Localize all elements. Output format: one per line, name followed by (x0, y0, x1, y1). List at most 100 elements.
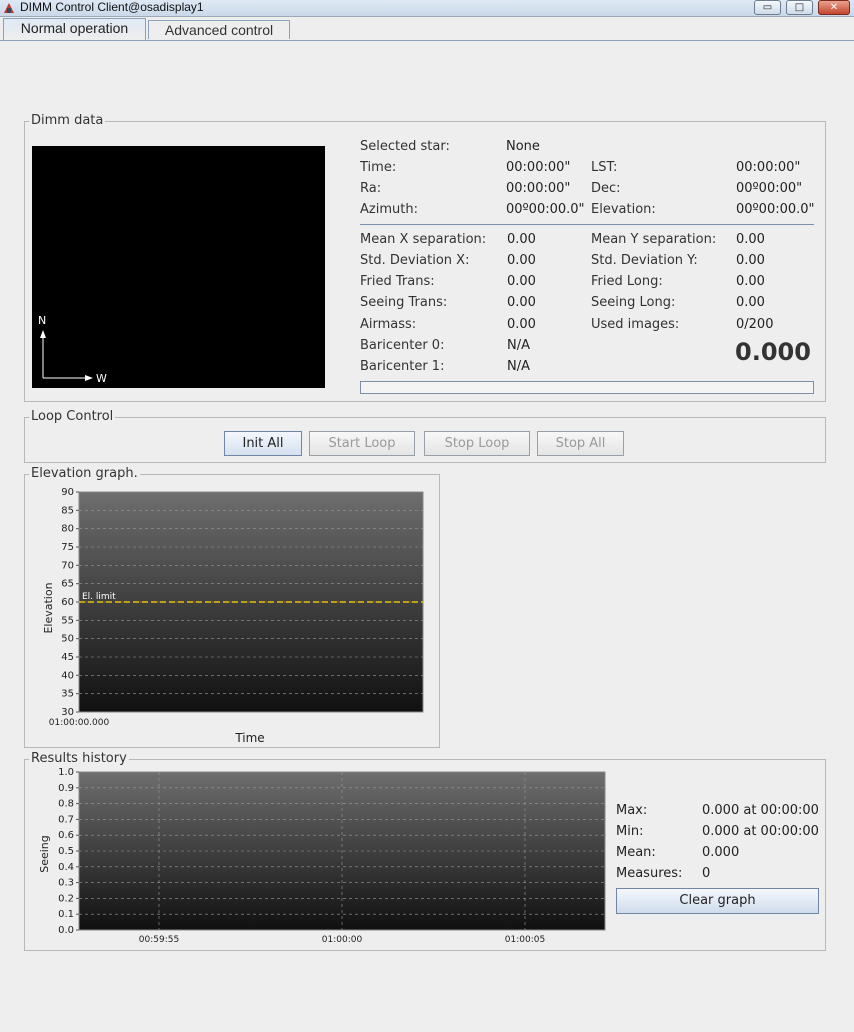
elevation-y-tick-label: 60 (61, 597, 74, 608)
std-dev-y-label: Std. Deviation Y: (591, 253, 698, 268)
seeing-long-value: 0.00 (736, 295, 765, 310)
std-dev-x-label: Std. Deviation X: (360, 253, 470, 268)
airmass-value: 0.00 (507, 317, 536, 332)
elevation-chart: 30 35 40 45 50 55 60 65 70 75 80 85 90 El. limit Ele… (42, 487, 424, 745)
mean-x-sep-value: 0.00 (507, 232, 536, 247)
elevation-x-tick-label: 01:00:00.000 (49, 718, 110, 728)
elevation-label: Elevation: (591, 202, 656, 217)
elevation-limit-label: El. limit (82, 592, 116, 602)
mean-y-sep-label: Mean Y separation: (591, 232, 717, 247)
std-dev-y-value: 0.00 (736, 253, 765, 268)
seeing-big-value: 0.000 (735, 338, 811, 366)
elevation-y-tick-label: 55 (61, 615, 74, 626)
loop-control-title: Loop Control (29, 409, 116, 425)
maximize-icon: □ (794, 2, 805, 13)
mean-value: 0.000 (702, 845, 740, 860)
measures-value: 0 (702, 866, 711, 881)
seeing-x-tick-label: 01:00:05 (505, 935, 545, 945)
elevation-y-tick-label: 50 (61, 634, 74, 645)
elevation-y-tick-label: 65 (61, 579, 74, 590)
clear-graph-button[interactable]: Clear graph (616, 888, 819, 914)
seeing-y-tick-label: 0.5 (58, 846, 74, 857)
elevation-y-tick-label: 40 (61, 670, 74, 681)
seeing-x-tick-label: 01:00:00 (322, 935, 363, 945)
elevation-y-tick-label: 35 (61, 689, 74, 700)
azimuth-label: Azimuth: (360, 202, 418, 217)
compass-icon (40, 330, 93, 381)
fried-long-value: 0.00 (736, 274, 765, 289)
tab-advanced-control[interactable]: Advanced control (148, 20, 290, 39)
time-label: Time: (360, 160, 397, 175)
seeing-trans-value: 0.00 (507, 295, 536, 310)
elevation-x-axis-label: Time (234, 731, 264, 745)
elevation-value: 00º00:00.0" (736, 202, 815, 217)
airmass-label: Airmass: (360, 317, 417, 332)
elevation-y-tick-label: 90 (61, 487, 74, 498)
seeing-long-label: Seeing Long: (591, 295, 676, 310)
minimize-button[interactable]: ▭ (754, 0, 781, 15)
elevation-y-tick-label: 75 (61, 542, 74, 553)
fried-trans-label: Fried Trans: (360, 274, 435, 289)
seeing-y-tick-label: 0.1 (58, 909, 74, 920)
dec-label: Dec: (591, 181, 621, 196)
seeing-y-tick-label: 0.7 (58, 814, 74, 825)
results-history-title: Results history (29, 751, 129, 767)
dec-value: 00º00:00" (736, 181, 803, 196)
progress-bar (360, 381, 814, 394)
fried-trans-value: 0.00 (507, 274, 536, 289)
baricenter1-value: N/A (507, 359, 530, 374)
stop-loop-button[interactable]: Stop Loop (424, 431, 530, 456)
selected-star-value: None (506, 139, 540, 154)
close-button[interactable]: ✕ (818, 0, 850, 15)
camera-view: N W (32, 146, 325, 388)
maximize-button[interactable]: □ (786, 0, 813, 15)
baricenter0-value: N/A (507, 338, 530, 353)
measures-label: Measures: (616, 866, 683, 881)
seeing-y-tick-label: 0.9 (58, 783, 74, 794)
seeing-y-axis-label: Seeing (38, 835, 51, 873)
seeing-y-tick-label: 0.3 (58, 878, 74, 889)
seeing-x-tick-label: 00:59:55 (139, 935, 179, 945)
baricenter1-label: Baricenter 1: (360, 359, 445, 374)
used-images-value: 0/200 (736, 317, 774, 332)
start-loop-button[interactable]: Start Loop (309, 431, 415, 456)
mean-y-sep-value: 0.00 (736, 232, 765, 247)
divider (360, 224, 814, 225)
tab-normal-operation[interactable]: Normal operation (3, 18, 146, 40)
seeing-y-tick-label: 0.2 (58, 893, 74, 904)
min-value: 0.000 at 00:00:00 (702, 824, 819, 839)
west-label: W (96, 372, 107, 385)
seeing-y-tick-label: 0.6 (58, 830, 74, 841)
elevation-y-axis-label: Elevation (42, 582, 55, 633)
elevation-y-tick-label: 85 (61, 505, 74, 516)
dimm-data-title: Dimm data (29, 113, 106, 129)
max-label: Max: (616, 803, 648, 818)
max-value: 0.000 at 00:00:00 (702, 803, 819, 818)
lst-label: LST: (591, 160, 618, 175)
window-title: DIMM Control Client@osadisplay1 (20, 0, 204, 14)
mean-label: Mean: (616, 845, 656, 860)
baricenter0-label: Baricenter 0: (360, 338, 445, 353)
tab-label: Normal operation (20, 20, 129, 36)
seeing-chart: 0.0 0.1 0.2 0.3 0.4 0.5 0.6 0.7 0.8 0.9 1.0 00:59:5… (38, 767, 606, 945)
lst-value: 00:00:00" (736, 160, 801, 175)
init-all-button[interactable]: Init All (224, 431, 302, 456)
ra-label: Ra: (360, 181, 382, 196)
time-value: 00:00:00" (506, 160, 571, 175)
elevation-y-tick-label: 70 (61, 560, 74, 571)
app-icon (4, 3, 14, 13)
selected-star-label: Selected star: (360, 139, 450, 154)
seeing-trans-label: Seeing Trans: (360, 295, 448, 310)
seeing-y-tick-label: 0.8 (58, 799, 74, 810)
window-titlebar: DIMM Control Client@osadisplay1 ▭ □ ✕ (0, 0, 854, 17)
elevation-y-tick-label: 45 (61, 652, 74, 663)
stop-all-button[interactable]: Stop All (537, 431, 624, 456)
azimuth-value: 00º00:00.0" (506, 202, 585, 217)
std-dev-x-value: 0.00 (507, 253, 536, 268)
ra-value: 00:00:00" (506, 181, 571, 196)
elevation-y-tick-label: 80 (61, 524, 74, 535)
elevation-y-tick-label: 30 (61, 707, 74, 718)
fried-long-label: Fried Long: (591, 274, 663, 289)
used-images-label: Used images: (591, 317, 680, 332)
seeing-y-tick-label: 1.0 (58, 767, 74, 778)
